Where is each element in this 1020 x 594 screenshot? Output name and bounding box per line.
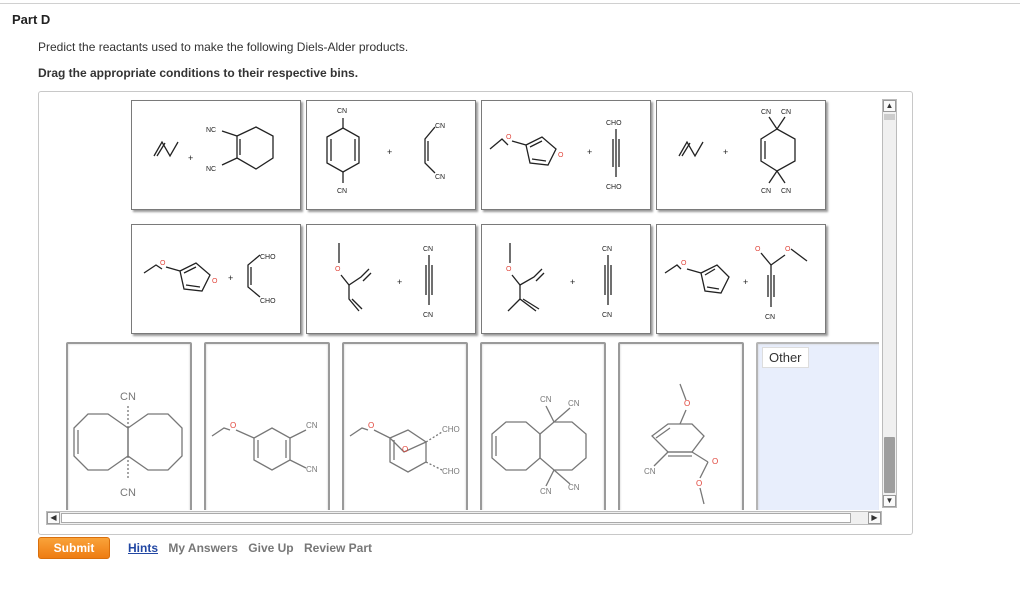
submit-button[interactable]: Submit <box>38 537 110 559</box>
scroll-top-marker <box>884 114 895 120</box>
scroll-right-arrow-icon[interactable]: ▶ <box>868 512 881 524</box>
reactant-tile-butadiene-tetracyanocyclohexene[interactable]: + CN CN CN CN <box>656 100 826 210</box>
product-bin-other[interactable]: Other <box>756 342 879 510</box>
part-title: Part D <box>12 12 51 27</box>
oxygen-label: O <box>785 246 791 253</box>
reactant-tile-butadiene-dicyanocyclohexene[interactable]: + NC NC <box>131 100 301 210</box>
cn-label: CN <box>120 487 136 499</box>
cn-label: CN <box>306 421 318 430</box>
give-up-link[interactable]: Give Up <box>248 541 293 555</box>
cn-label: CN <box>540 487 552 496</box>
scroll-left-arrow-icon[interactable]: ◀ <box>47 512 60 524</box>
other-bin-label: Other <box>762 347 809 368</box>
reactant-tile-dicyanodiene-dicyanoethene[interactable]: CN CN + CN CN <box>306 100 476 210</box>
cn-label: CN <box>337 188 347 195</box>
oxygen-label: O <box>681 260 687 267</box>
cn-label: CN <box>568 399 580 408</box>
cn-label: CN <box>765 314 775 321</box>
oxygen-label: O <box>506 134 512 141</box>
cn-label: CN <box>423 312 433 319</box>
plus-sign: + <box>188 153 193 163</box>
cn-label: CN <box>120 391 136 403</box>
scroll-up-arrow-icon[interactable]: ▲ <box>883 100 896 112</box>
cn-label: CN <box>761 109 771 116</box>
footer-links: Hints My Answers Give Up Review Part <box>128 541 379 555</box>
cn-label: CN <box>435 174 445 181</box>
oxygen-label: O <box>696 479 702 488</box>
drag-drop-viewport: + NC NC CN CN + CN CN O O + CHO CHO + CN… <box>39 92 879 510</box>
plus-sign: + <box>723 147 728 157</box>
product-bin-norbornadiene-cyanoester[interactable]: O CN O O <box>618 342 744 510</box>
cn-label: CN <box>337 108 347 115</box>
my-answers-link[interactable]: My Answers <box>168 541 238 555</box>
plus-sign: + <box>387 147 392 157</box>
nc-label: NC <box>206 127 216 134</box>
cn-label: CN <box>568 483 580 492</box>
drag-instruction: Drag the appropriate conditions to their… <box>38 66 359 80</box>
oxygen-label: O <box>160 260 166 267</box>
oxygen-label: O <box>230 421 236 430</box>
reactant-tile-methoxycyclopentadiene-cyanoacrylate[interactable]: O + O O CN <box>656 224 826 334</box>
cn-label: CN <box>644 467 656 476</box>
oxygen-label: O <box>712 457 718 466</box>
cn-label: CN <box>540 395 552 404</box>
cn-label: CN <box>602 246 612 253</box>
top-divider <box>0 3 1020 4</box>
oxygen-label: O <box>368 421 374 430</box>
oxygen-label: O <box>212 278 218 285</box>
vertical-scroll-thumb[interactable] <box>884 437 895 493</box>
reactant-tile-methoxydimethylene-cyanogen[interactable]: O + CN CN <box>481 224 651 334</box>
cn-label: CN <box>306 465 318 474</box>
oxygen-label: O <box>558 152 564 159</box>
scroll-down-arrow-icon[interactable]: ▼ <box>883 495 896 507</box>
question-prompt: Predict the reactants used to make the f… <box>38 40 409 54</box>
plus-sign: + <box>743 277 748 287</box>
cn-label: CN <box>781 188 791 195</box>
review-part-link[interactable]: Review Part <box>304 541 372 555</box>
hints-link[interactable]: Hints <box>128 541 158 555</box>
horizontal-scroll-thumb[interactable] <box>61 513 851 523</box>
cho-label: CHO <box>606 184 622 191</box>
product-bin-dicyano-decalin[interactable]: CN CN <box>66 342 192 510</box>
reactant-tile-methoxyfuran-butynedial[interactable]: O O + CHO CHO <box>481 100 651 210</box>
cho-label: CHO <box>442 425 460 434</box>
oxygen-label: O <box>506 266 512 273</box>
reactant-tile-methoxyfuran-butenedial[interactable]: O O + CHO CHO <box>131 224 301 334</box>
product-bin-methoxy-dicyanocyclohexadiene[interactable]: O CN CN <box>204 342 330 510</box>
plus-sign: + <box>228 273 233 283</box>
product-bin-tetracyano-octalin[interactable]: CN CN CN CN <box>480 342 606 510</box>
cn-label: CN <box>435 123 445 130</box>
plus-sign: + <box>587 147 592 157</box>
plus-sign: + <box>397 277 402 287</box>
drag-drop-area: + NC NC CN CN + CN CN O O + CHO CHO + CN… <box>38 91 913 535</box>
nc-label: NC <box>206 166 216 173</box>
cn-label: CN <box>423 246 433 253</box>
product-bin-oxanorbornene-dialdehyde[interactable]: O O CHO CHO <box>342 342 468 510</box>
cho-label: CHO <box>260 254 276 261</box>
oxygen-label: O <box>684 399 690 408</box>
cho-label: CHO <box>442 467 460 476</box>
plus-sign: + <box>570 277 575 287</box>
reactant-tile-methoxydiene-cyanogen[interactable]: O + CN CN <box>306 224 476 334</box>
cn-label: CN <box>781 109 791 116</box>
cho-label: CHO <box>260 298 276 305</box>
vertical-scrollbar[interactable]: ▲ ▼ <box>882 99 897 508</box>
cho-label: CHO <box>606 120 622 127</box>
oxygen-label: O <box>755 246 761 253</box>
oxygen-label: O <box>402 445 408 454</box>
cn-label: CN <box>761 188 771 195</box>
oxygen-label: O <box>335 266 341 273</box>
horizontal-scrollbar[interactable]: ◀ ▶ <box>46 511 882 525</box>
cn-label: CN <box>602 312 612 319</box>
